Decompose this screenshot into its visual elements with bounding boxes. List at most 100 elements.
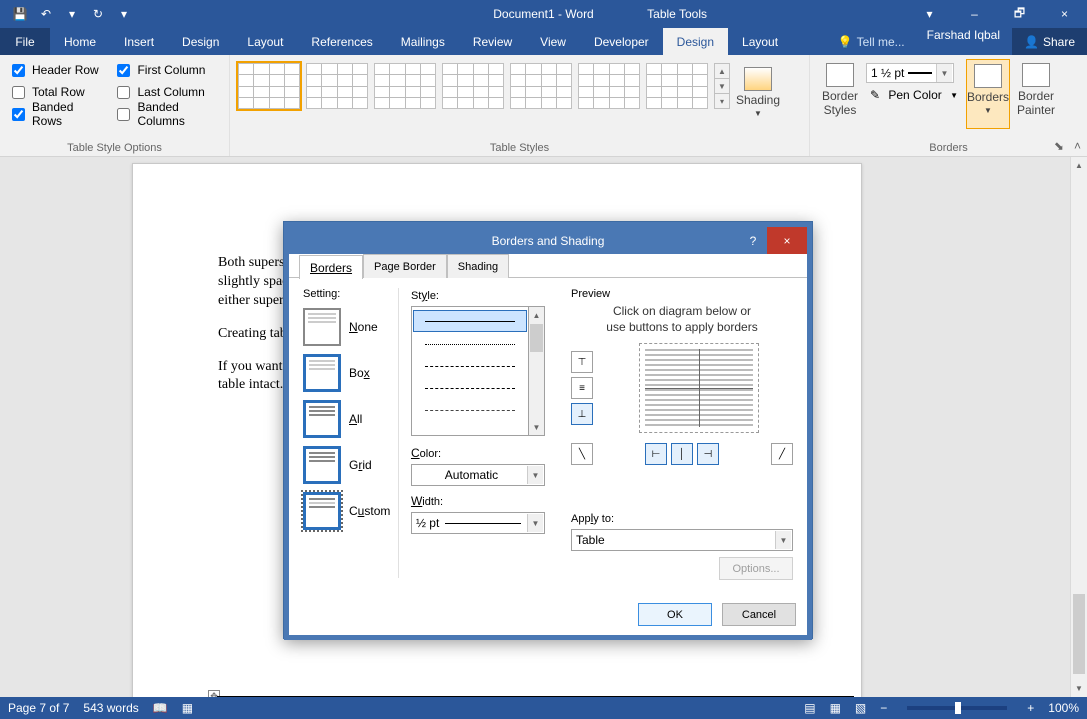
style-scroll-up[interactable]: ▲: [529, 307, 544, 323]
zoom-percentage[interactable]: 100%: [1048, 701, 1079, 715]
border-diag-up-button[interactable]: ╱: [771, 443, 793, 465]
color-dropdown[interactable]: Automatic ▼: [411, 464, 545, 486]
pen-color-dropdown[interactable]: ✎Pen Color▼: [866, 85, 962, 105]
view-read-mode[interactable]: ▤: [804, 701, 815, 715]
table-style-item[interactable]: [306, 63, 368, 109]
border-right-button[interactable]: ⊣: [697, 443, 719, 465]
gallery-scroll[interactable]: ▲▼▾: [714, 63, 730, 109]
style-item-dash-dot[interactable]: [412, 399, 528, 421]
zoom-slider[interactable]: [907, 706, 1007, 710]
qat-customize[interactable]: ▾: [112, 2, 136, 26]
ok-button[interactable]: OK: [638, 603, 712, 626]
style-scroll-down[interactable]: ▼: [529, 419, 544, 435]
table-style-item[interactable]: [442, 63, 504, 109]
table-style-item[interactable]: [510, 63, 572, 109]
border-bottom-button[interactable]: ⊥: [571, 403, 593, 425]
tab-developer[interactable]: Developer: [580, 28, 663, 55]
gallery-up[interactable]: ▲: [715, 64, 729, 79]
check-banded-rows[interactable]: Banded Rows: [8, 103, 99, 125]
tab-table-design[interactable]: Design: [663, 28, 728, 55]
view-print-layout[interactable]: ▦: [830, 701, 841, 715]
dialog-help-button[interactable]: ?: [741, 227, 765, 254]
dialog-titlebar[interactable]: Borders and Shading ? ×: [284, 222, 812, 254]
dialog-close-button[interactable]: ×: [767, 227, 807, 254]
border-styles-button[interactable]: Border Styles: [818, 59, 862, 129]
status-page[interactable]: Page 7 of 7: [8, 701, 69, 715]
cancel-button[interactable]: Cancel: [722, 603, 796, 626]
check-banded-columns[interactable]: Banded Columns: [113, 103, 221, 125]
check-banded-rows-input[interactable]: [12, 108, 25, 121]
style-listbox[interactable]: ▲ ▼: [411, 306, 545, 436]
dialog-launcher-icon[interactable]: ⬊: [1054, 139, 1064, 153]
borders-dropdown-button[interactable]: Borders▼: [966, 59, 1010, 129]
dialog-tab-borders[interactable]: Borders: [299, 255, 363, 279]
border-middle-v-button[interactable]: │: [671, 443, 693, 465]
setting-custom[interactable]: Custom: [303, 488, 392, 534]
share-button[interactable]: 👤 Share: [1012, 28, 1087, 55]
tab-layout-page[interactable]: Layout: [233, 28, 297, 55]
table-style-item[interactable]: [578, 63, 640, 109]
collapse-ribbon-icon[interactable]: ˄: [1074, 139, 1081, 153]
spell-check-icon[interactable]: 📖: [153, 701, 168, 715]
close-button[interactable]: ×: [1042, 0, 1087, 28]
zoom-slider-handle[interactable]: [955, 702, 961, 714]
style-scroll-thumb[interactable]: [530, 324, 543, 352]
restore-button[interactable]: 🗗: [997, 0, 1042, 28]
redo-button[interactable]: ↻: [86, 2, 110, 26]
border-top-button[interactable]: ⊤: [571, 351, 593, 373]
zoom-out[interactable]: −: [880, 701, 887, 715]
border-diag-down-button[interactable]: ╲: [571, 443, 593, 465]
zoom-in[interactable]: +: [1027, 701, 1034, 715]
tab-references[interactable]: References: [297, 28, 386, 55]
preview-diagram[interactable]: [639, 343, 759, 433]
tab-review[interactable]: Review: [459, 28, 526, 55]
ribbon-display-options[interactable]: ▾: [907, 0, 952, 28]
table-style-item[interactable]: [646, 63, 708, 109]
scroll-thumb[interactable]: [1073, 594, 1085, 674]
dialog-tab-shading[interactable]: Shading: [447, 254, 509, 278]
style-item-dashed-fine[interactable]: [412, 355, 528, 377]
gallery-more[interactable]: ▾: [715, 94, 729, 108]
check-banded-columns-input[interactable]: [117, 108, 130, 121]
border-left-button[interactable]: ⊢: [645, 443, 667, 465]
check-header-row-input[interactable]: [12, 64, 25, 77]
border-painter-button[interactable]: Border Painter: [1014, 59, 1058, 129]
check-last-column-input[interactable]: [117, 86, 130, 99]
user-name[interactable]: Farshad Iqbal: [915, 28, 1012, 55]
border-middle-h-button[interactable]: ≡: [571, 377, 593, 399]
width-dropdown[interactable]: ½ pt ▼: [411, 512, 545, 534]
view-web-layout[interactable]: ▧: [855, 701, 866, 715]
tab-file[interactable]: File: [0, 28, 50, 55]
tell-me-search[interactable]: 💡 Tell me...: [828, 28, 915, 55]
dialog-tab-page-border[interactable]: Page Border: [363, 254, 447, 278]
shading-button[interactable]: Shading▼: [736, 63, 780, 133]
scroll-track[interactable]: [1071, 174, 1087, 680]
tab-home[interactable]: Home: [50, 28, 110, 55]
style-item-dotted[interactable]: [412, 333, 528, 355]
tab-design-page[interactable]: Design: [168, 28, 233, 55]
border-weight-dropdown[interactable]: 1 ½ pt▼: [866, 63, 954, 83]
save-button[interactable]: 💾: [8, 2, 32, 26]
setting-box[interactable]: Box: [303, 350, 392, 396]
tab-table-layout[interactable]: Layout: [728, 28, 792, 55]
check-first-column[interactable]: First Column: [113, 59, 221, 81]
table-style-item[interactable]: [238, 63, 300, 109]
style-scrollbar[interactable]: ▲ ▼: [528, 307, 544, 435]
tab-view[interactable]: View: [526, 28, 580, 55]
scroll-up[interactable]: ▲: [1071, 157, 1087, 174]
apply-to-dropdown[interactable]: Table ▼: [571, 529, 793, 551]
tab-insert[interactable]: Insert: [110, 28, 168, 55]
scroll-down[interactable]: ▼: [1071, 680, 1087, 697]
status-wordcount[interactable]: 543 words: [83, 701, 138, 715]
check-header-row[interactable]: Header Row: [8, 59, 99, 81]
setting-none[interactable]: None: [303, 304, 392, 350]
check-total-row-input[interactable]: [12, 86, 25, 99]
setting-all[interactable]: All: [303, 396, 392, 442]
macro-icon[interactable]: ▦: [182, 701, 193, 715]
undo-button[interactable]: ↶: [34, 2, 58, 26]
table-style-item[interactable]: [374, 63, 436, 109]
minimize-button[interactable]: –: [952, 0, 997, 28]
style-item-dashed[interactable]: [412, 377, 528, 399]
tab-mailings[interactable]: Mailings: [387, 28, 459, 55]
gallery-down[interactable]: ▼: [715, 79, 729, 94]
